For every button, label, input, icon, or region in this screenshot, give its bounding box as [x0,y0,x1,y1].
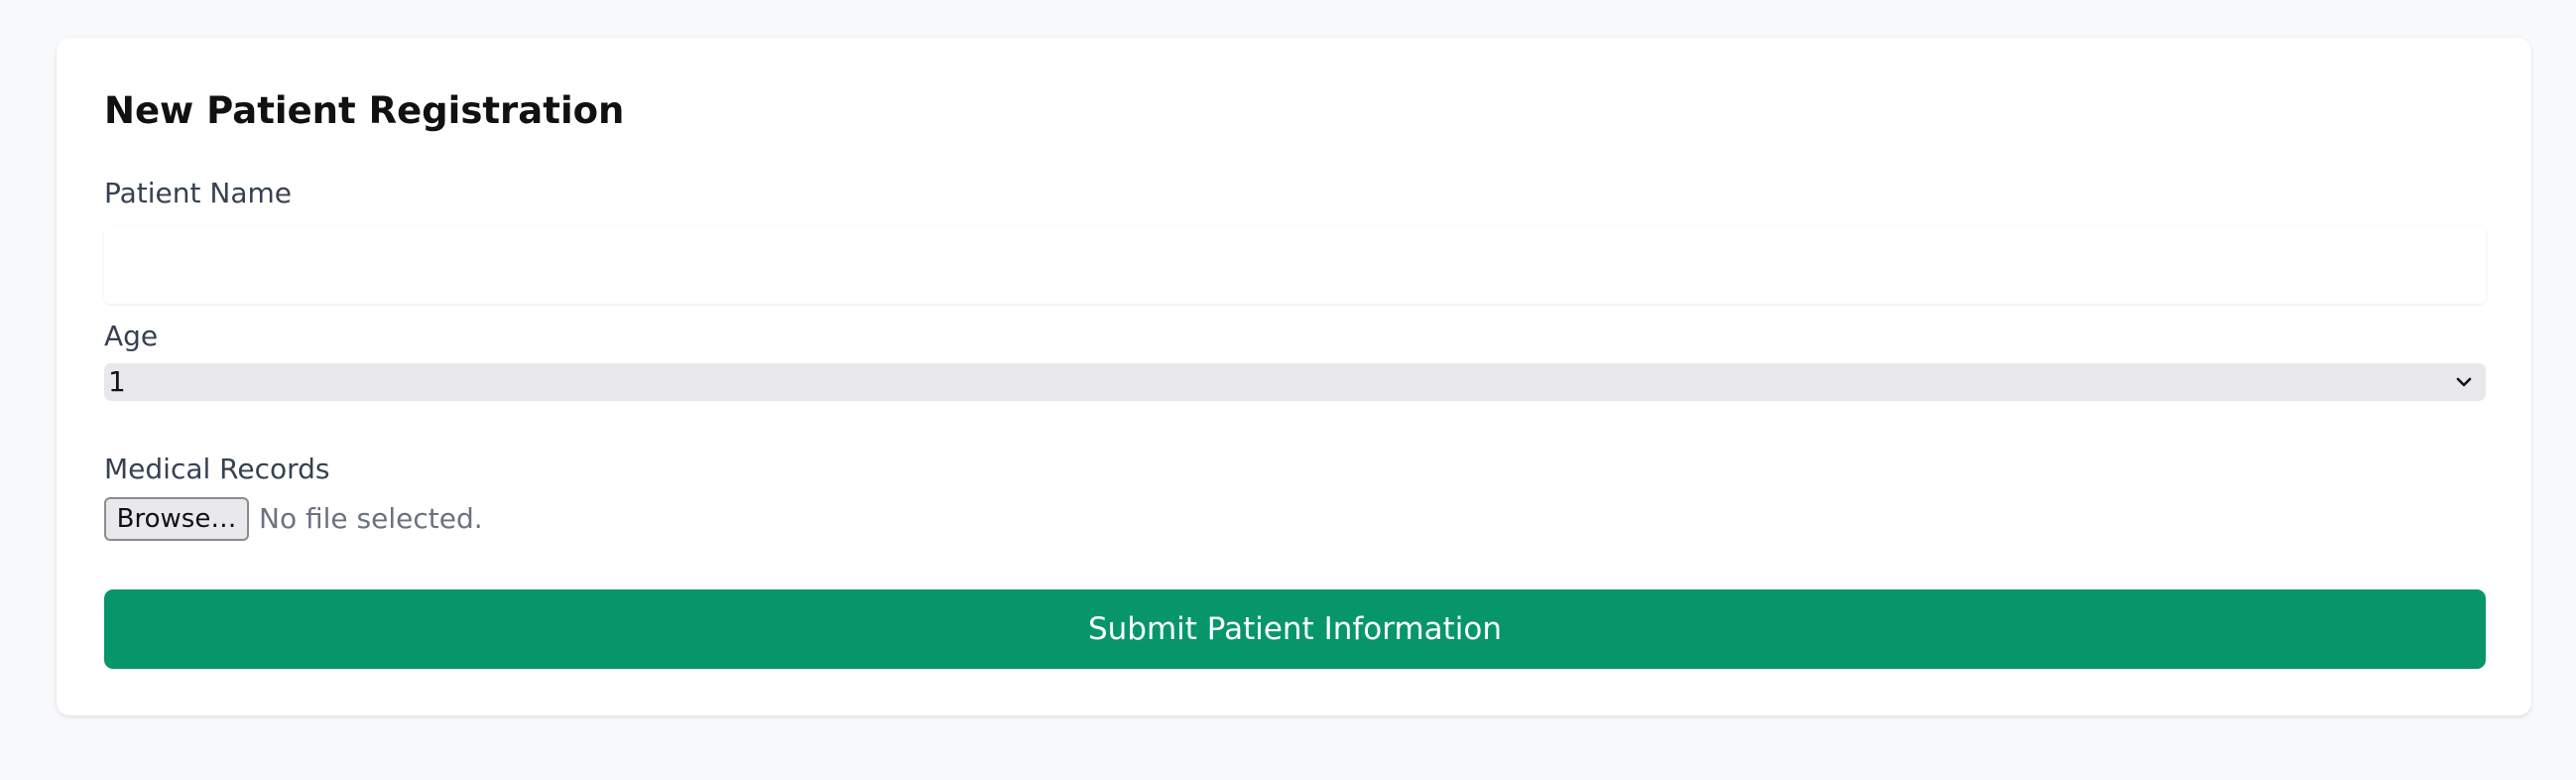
browse-button[interactable]: Browse… [104,497,249,541]
registration-card: New Patient Registration Patient Name Ag… [57,38,2531,715]
patient-name-label: Patient Name [104,177,292,209]
submit-patient-button[interactable]: Submit Patient Information [104,589,2486,669]
form-title: New Patient Registration [104,89,625,132]
file-status-text: No file selected. [259,502,483,535]
chevron-down-icon [2456,377,2472,387]
age-selected-value: 1 [108,365,126,398]
patient-name-input[interactable] [104,226,2486,304]
medical-records-label: Medical Records [104,453,330,485]
age-select[interactable]: 1 [104,363,2486,401]
age-label: Age [104,320,159,352]
